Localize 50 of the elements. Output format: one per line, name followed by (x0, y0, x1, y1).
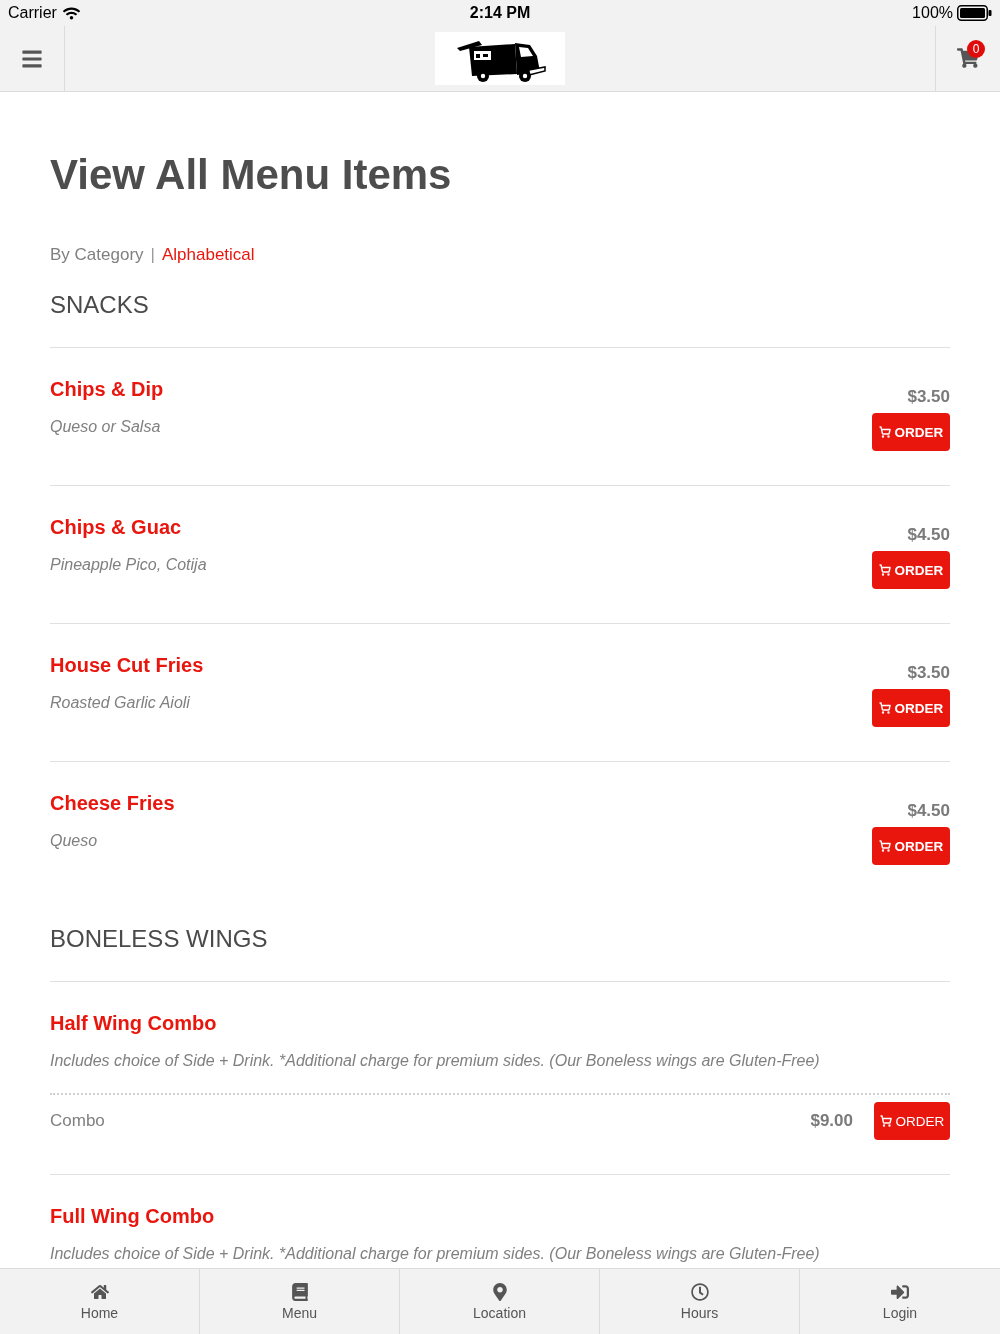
item-description: Queso (50, 831, 98, 851)
item-name: Half Wing Combo (50, 1011, 217, 1036)
category-heading: SNACKS (50, 290, 150, 320)
tab-bar-button[interactable]: Home (0, 1269, 200, 1334)
item-description: Roasted Garlic Aioli (50, 693, 190, 713)
order-button[interactable]: ORDER (872, 689, 950, 727)
option-price: $9.00 (810, 1110, 853, 1132)
page-title: View All Menu Items (50, 150, 453, 200)
map-pin-icon (490, 1283, 509, 1301)
cart-icon (878, 840, 891, 852)
item-name: Chips & Dip (50, 377, 164, 402)
order-button[interactable]: ORDER (872, 827, 950, 865)
item-description: Queso or Salsa (50, 417, 161, 437)
sign-in-icon (891, 1283, 909, 1301)
cart-count-badge: 0 (967, 40, 985, 58)
item-name: House Cut Fries (50, 653, 204, 678)
item-price: $4.50 (907, 800, 950, 822)
item-name: Cheese Fries (50, 791, 175, 816)
order-button[interactable]: ORDER (872, 551, 950, 589)
item-description: Includes choice of Side + Drink. *Additional charge for premium sides. (Our Boneless wings are Gluten-Free) (50, 1051, 820, 1071)
option-label: Combo (50, 1110, 106, 1132)
view-option-link[interactable]: By Category (50, 243, 144, 267)
item-price: $3.50 (907, 386, 950, 408)
order-button[interactable]: ORDER (874, 1102, 950, 1140)
home-icon (90, 1283, 109, 1301)
tab-bar-button[interactable]: Menu (200, 1269, 400, 1334)
cart-button[interactable]: 0 (957, 40, 985, 69)
item-description: Pineapple Pico, Cotija (50, 555, 207, 575)
item-price: $4.50 (907, 524, 950, 546)
item-name: Full Wing Combo (50, 1204, 215, 1229)
status-time: 2:14 PM (469, 3, 531, 23)
tab-bar-button[interactable]: Hours (600, 1269, 800, 1334)
tab-bar-button[interactable]: Location (400, 1269, 600, 1334)
item-description: Includes choice of Side + Drink. *Additional charge for premium sides. (Our Boneless wings are Gluten-Free) (50, 1244, 820, 1264)
cart-icon (878, 564, 891, 576)
carrier-name: Carrier (8, 3, 57, 23)
item-price: $3.50 (907, 662, 950, 684)
battery-percent: 100% (912, 3, 953, 23)
order-button[interactable]: ORDER (872, 413, 950, 451)
item-name: Chips & Guac (50, 515, 182, 540)
separator: | (150, 244, 155, 266)
category-heading: BONELESS WINGS (50, 924, 269, 954)
cart-icon (878, 702, 891, 714)
book-icon (290, 1283, 309, 1301)
clock-icon (690, 1283, 709, 1301)
cart-icon (878, 426, 891, 438)
tab-bar-button[interactable]: Login (800, 1269, 1000, 1334)
battery-icon (957, 5, 992, 21)
cart-icon (879, 1115, 892, 1127)
view-option-link[interactable]: Alphabetical (161, 243, 255, 267)
